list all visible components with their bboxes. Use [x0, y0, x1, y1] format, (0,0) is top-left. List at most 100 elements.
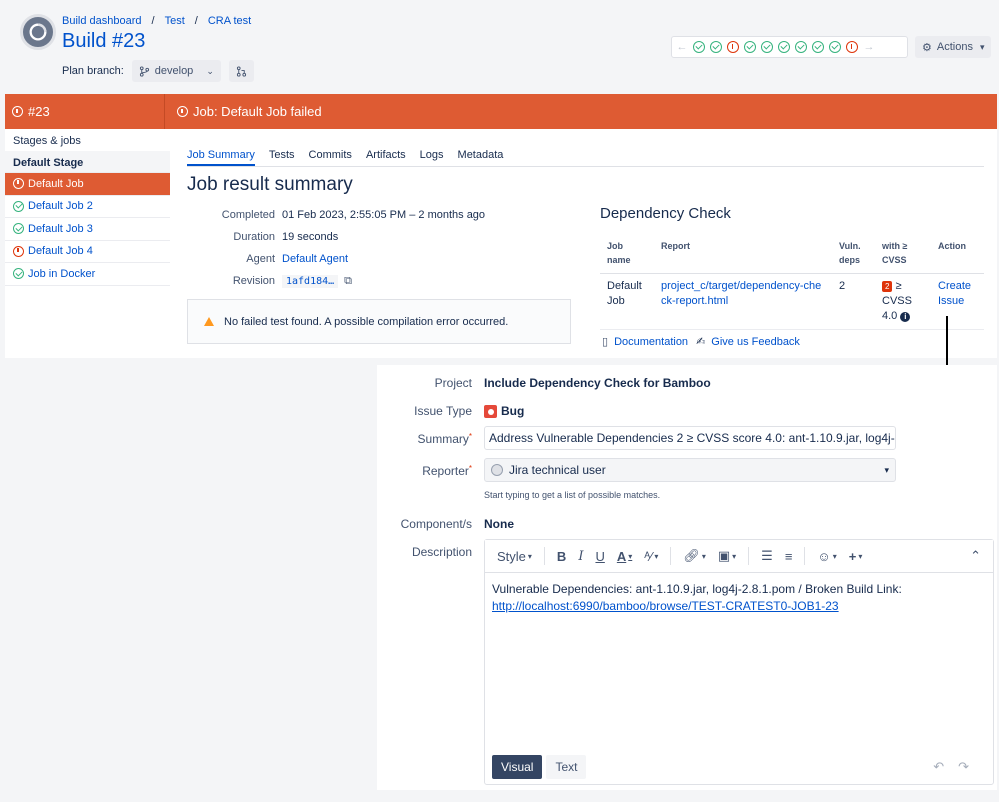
tab-job-summary[interactable]: Job Summary: [187, 149, 255, 166]
feedback-link[interactable]: Give us Feedback: [711, 336, 800, 348]
sidebar-item-label: Default Job: [28, 177, 84, 190]
create-issue-link[interactable]: Create Issue: [938, 280, 971, 307]
bamboo-logo-icon: [20, 14, 56, 50]
breadcrumb-build-dashboard[interactable]: Build dashboard: [62, 15, 142, 27]
feedback-icon: ✍: [696, 336, 706, 348]
build-success-icon[interactable]: [795, 41, 807, 53]
visual-mode-button[interactable]: Visual: [492, 755, 543, 779]
build-success-icon[interactable]: [761, 41, 773, 53]
branch-compare-icon: [236, 65, 246, 77]
bold-icon[interactable]: B: [553, 545, 570, 567]
style-dropdown[interactable]: Style ▾: [493, 545, 536, 567]
bullet-list-icon[interactable]: ☰: [757, 545, 777, 567]
revision-link[interactable]: 1afd184…: [282, 274, 339, 288]
build-success-icon[interactable]: [693, 41, 705, 53]
editor-footer: Visual Text ↶ ↷: [485, 750, 993, 784]
redo-icon[interactable]: ↷: [958, 759, 969, 775]
dep-job-name: Default Job: [600, 273, 654, 330]
description-editor: Style ▾ B I U A ▾ ᴬ⁄ ▾ 🔗︎ ▾ ▣ ▾ ☰ ≡ ☺ ▾ + ▾ ⌃ V…: [484, 539, 994, 785]
documentation-link[interactable]: Documentation: [614, 336, 688, 348]
job-status-label: Job: Default Job failed: [193, 104, 322, 119]
fact-duration: Duration 19 seconds: [233, 231, 339, 243]
dependency-table: Job name Report Vuln. deps with ≥ CVSS A…: [600, 235, 984, 330]
text-format-icon[interactable]: ᴬ⁄ ▾: [640, 545, 662, 567]
sidebar-item-job[interactable]: Default Job 3: [5, 218, 170, 241]
build-failed-icon[interactable]: [727, 41, 739, 53]
history-next-icon[interactable]: →: [863, 41, 875, 53]
collapse-toolbar-icon[interactable]: ⌃: [966, 545, 985, 567]
editor-toolbar: Style ▾ B I U A ▾ ᴬ⁄ ▾ 🔗︎ ▾ ▣ ▾ ☰ ≡ ☺ ▾ + ▾ ⌃: [485, 540, 993, 573]
tab-logs[interactable]: Logs: [420, 149, 444, 166]
sidebar-heading: Stages & jobs: [13, 135, 81, 147]
project-value: Include Dependency Check for Bamboo: [484, 376, 711, 390]
plan-branch: Plan branch: develop ⌄: [62, 60, 254, 82]
report-link[interactable]: project_c/target/dependency-check-report…: [661, 280, 821, 307]
page-title[interactable]: Build #23: [62, 30, 145, 53]
sidebar-item-label: Default Job 2: [28, 200, 93, 213]
reporter-value: Jira technical user: [509, 463, 606, 477]
sidebar-item-job[interactable]: Default Job 2: [5, 196, 170, 218]
branch-icon: [139, 65, 149, 77]
history-prev-icon[interactable]: ←: [676, 41, 688, 53]
build-link[interactable]: http://localhost:6990/bamboo/browse/TEST…: [492, 599, 839, 613]
undo-icon[interactable]: ↶: [933, 759, 944, 775]
branch-compare-button[interactable]: [228, 60, 254, 82]
sidebar-item-job[interactable]: Default Job 4: [5, 241, 170, 263]
tab-artifacts[interactable]: Artifacts: [366, 149, 406, 166]
chevron-down-icon: ⌄: [206, 65, 214, 76]
success-icon: [13, 223, 24, 235]
job-tabs: Job Summary Tests Commits Artifacts Logs Meta…: [187, 149, 984, 167]
breadcrumb-project[interactable]: Test: [165, 15, 185, 27]
italic-icon[interactable]: I: [574, 545, 587, 567]
chevron-down-icon: ▾: [884, 464, 889, 475]
text-color-icon[interactable]: A ▾: [613, 545, 636, 567]
image-icon[interactable]: ▣ ▾: [714, 545, 740, 567]
numbered-list-icon[interactable]: ≡: [781, 545, 797, 567]
insert-more-icon[interactable]: + ▾: [845, 545, 867, 567]
build-ref-label: #23: [28, 104, 50, 119]
tab-tests[interactable]: Tests: [269, 149, 295, 166]
completed-ago: 2 months ago: [418, 209, 486, 221]
tab-commits[interactable]: Commits: [309, 149, 352, 166]
build-success-icon[interactable]: [812, 41, 824, 53]
components-row: Component/s None: [400, 517, 514, 531]
branch-select[interactable]: develop ⌄: [131, 60, 221, 82]
copy-icon[interactable]: ⧉: [344, 275, 352, 288]
summary-title: Job result summary: [187, 174, 353, 195]
vuln-count: 2: [832, 273, 875, 330]
fact-completed: Completed 01 Feb 2023, 2:55:05 PM – 2 mo…: [221, 209, 486, 221]
emoji-icon[interactable]: ☺ ▾: [813, 545, 840, 567]
sidebar-item-job[interactable]: Default Job: [5, 173, 170, 196]
build-failed-icon[interactable]: [846, 41, 858, 53]
warning-icon: [204, 317, 214, 326]
build-success-icon[interactable]: [710, 41, 722, 53]
bug-icon: [484, 405, 497, 419]
actions-button[interactable]: ⚙ Actions ▾: [915, 36, 992, 58]
sidebar-item-label: Default Job 3: [28, 222, 93, 235]
chevron-down-icon: ▾: [979, 41, 985, 52]
underline-icon[interactable]: U: [591, 545, 608, 567]
tab-metadata[interactable]: Metadata: [458, 149, 504, 166]
breadcrumb: Build dashboard / Test / CRA test: [62, 15, 252, 27]
summary-input[interactable]: Address Vulnerable Dependencies 2 ≥ CVSS…: [484, 426, 896, 450]
fact-agent: Agent Default Agent: [246, 253, 349, 265]
stages-sidebar: Stages & jobs Default Stage Default Job D…: [5, 129, 170, 286]
success-icon: [13, 268, 24, 280]
reporter-select[interactable]: Jira technical user ▾: [484, 458, 896, 482]
build-success-icon[interactable]: [744, 41, 756, 53]
link-icon[interactable]: 🔗︎ ▾: [679, 545, 710, 567]
sidebar-item-job[interactable]: Job in Docker: [5, 263, 170, 286]
info-icon[interactable]: i: [900, 311, 911, 322]
description-text: Vulnerable Dependencies: ant-1.10.9.jar,…: [492, 582, 902, 596]
text-mode-button[interactable]: Text: [546, 755, 587, 779]
job-facts: Completed 01 Feb 2023, 2:55:05 PM – 2 mo…: [187, 204, 485, 292]
build-success-icon[interactable]: [829, 41, 841, 53]
issue-type-value[interactable]: Bug: [484, 404, 524, 419]
agent-link[interactable]: Default Agent: [282, 253, 348, 265]
warning-message: No failed test found. A possible compila…: [187, 299, 571, 344]
build-success-icon[interactable]: [778, 41, 790, 53]
breadcrumb-plan[interactable]: CRA test: [208, 15, 251, 27]
description-textarea[interactable]: Vulnerable Dependencies: ant-1.10.9.jar,…: [485, 573, 993, 749]
sidebar-item-label: Default Job 4: [28, 245, 93, 258]
job-panel: Stages & jobs Default Stage Default Job D…: [5, 129, 997, 358]
